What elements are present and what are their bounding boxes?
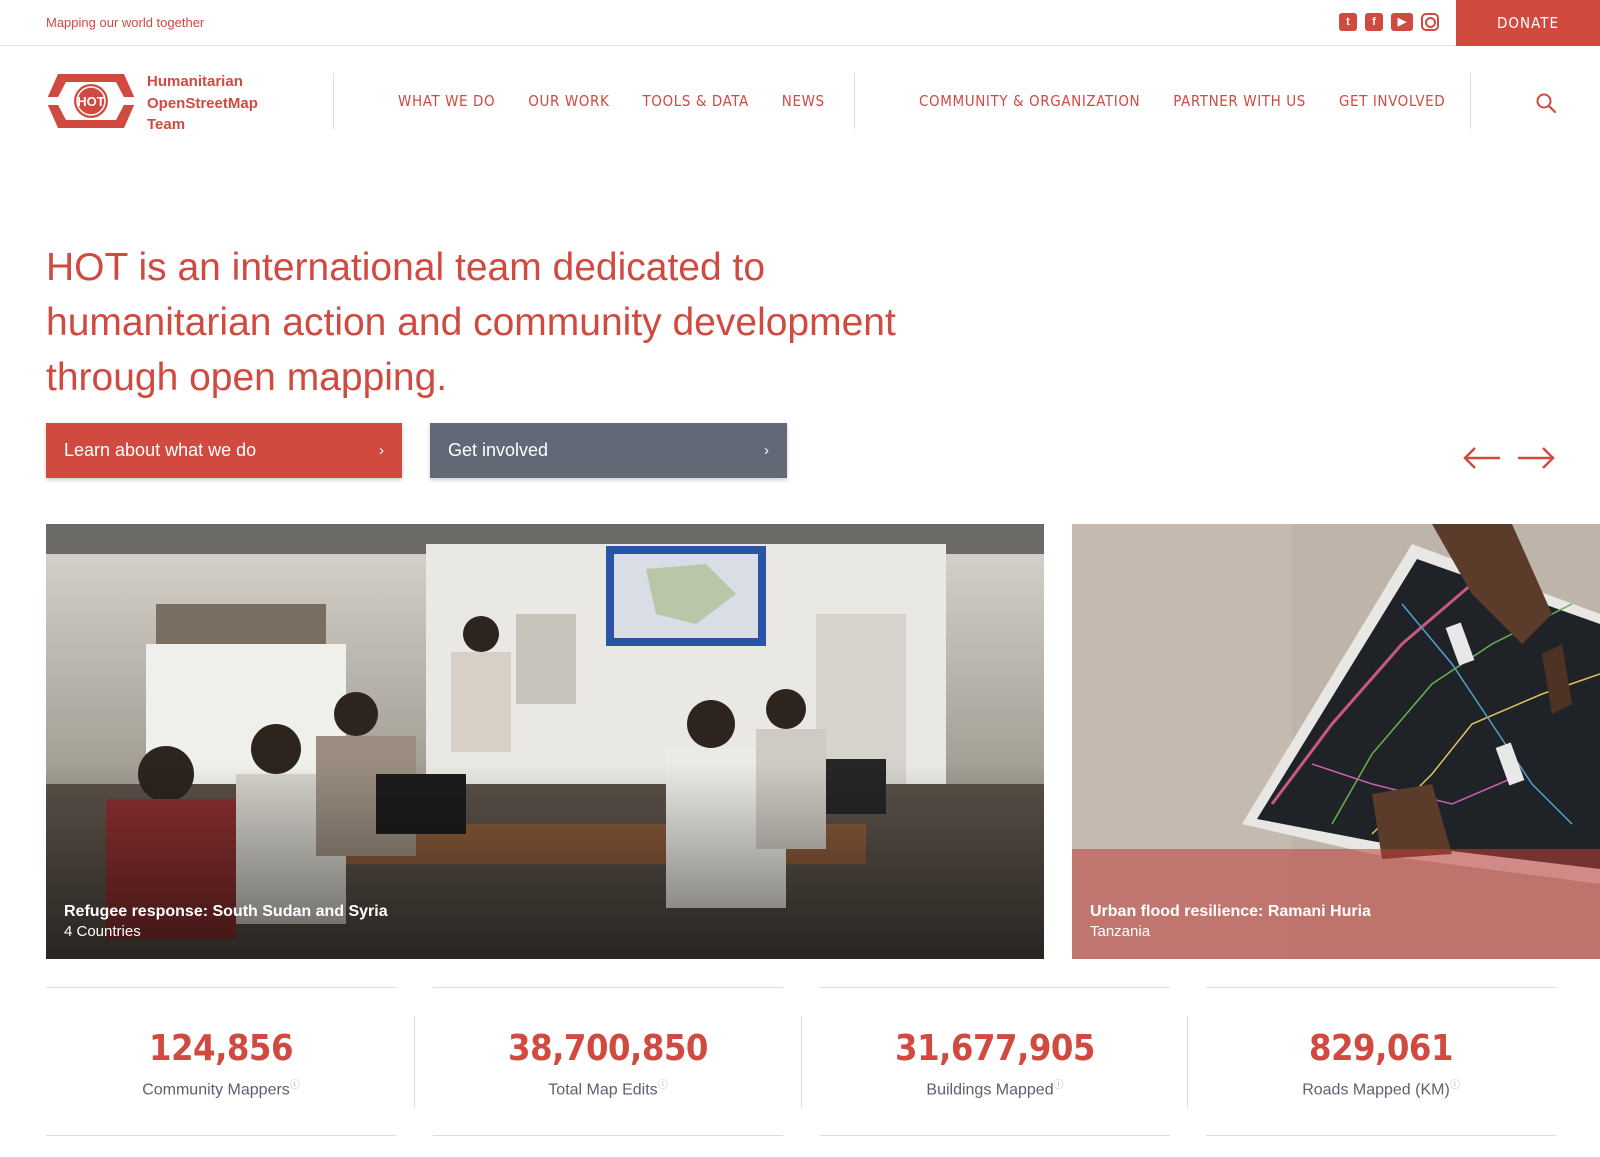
nav-partner-with-us[interactable]: PARTNER WITH US: [1173, 92, 1306, 110]
search-icon[interactable]: [1535, 92, 1557, 114]
stat-buildings-mapped: 31,677,905 Buildings Mappedⓘ: [820, 987, 1170, 1136]
primary-nav: WHAT WE DO OUR WORK TOOLS & DATA NEWS: [398, 92, 825, 110]
secondary-nav: COMMUNITY & ORGANIZATION PARTNER WITH US…: [919, 92, 1445, 110]
card-title: Refugee response: South Sudan and Syria: [64, 903, 388, 920]
learn-about-button[interactable]: Learn about what we do ›: [46, 423, 402, 478]
nav-get-involved[interactable]: GET INVOLVED: [1339, 92, 1445, 110]
stat-total-map-edits: 38,700,850 Total Map Editsⓘ: [433, 987, 783, 1136]
stat-divider: [1187, 1016, 1188, 1108]
classroom-photo: [46, 524, 1044, 959]
nav-our-work[interactable]: OUR WORK: [528, 92, 609, 110]
chevron-right-icon: ›: [764, 442, 769, 459]
org-name[interactable]: Humanitarian OpenStreetMap Team: [147, 71, 258, 136]
nav-tools-data[interactable]: TOOLS & DATA: [642, 92, 748, 110]
nav-community-organization[interactable]: COMMUNITY & ORGANIZATION: [919, 92, 1140, 110]
top-bar: Mapping our world together t f ▶ DONATE: [0, 0, 1600, 46]
stat-divider: [801, 1016, 802, 1108]
twitter-icon[interactable]: t: [1339, 13, 1357, 31]
org-name-line-1: Humanitarian: [147, 73, 243, 90]
get-involved-button[interactable]: Get involved ›: [430, 423, 787, 478]
donate-button[interactable]: DONATE: [1456, 0, 1600, 46]
tagline: Mapping our world together: [46, 15, 205, 30]
hero-headline: HOT is an international team dedicated t…: [46, 246, 896, 399]
arrow-left-icon[interactable]: [1463, 447, 1501, 469]
card-caption: Urban flood resilience: Ramani Huria Tan…: [1090, 901, 1371, 942]
org-name-line-2: OpenStreetMap: [147, 94, 258, 112]
arrow-right-icon[interactable]: [1517, 447, 1555, 469]
card-subtitle: Tanzania: [1090, 923, 1151, 940]
instagram-icon[interactable]: [1421, 13, 1439, 31]
info-icon[interactable]: ⓘ: [1054, 1080, 1064, 1091]
stat-value: 124,856: [148, 1028, 294, 1069]
stat-label: Roads Mapped (KM)ⓘ: [1302, 1080, 1460, 1099]
stat-label: Buildings Mappedⓘ: [926, 1080, 1064, 1099]
logo-text: HOT: [77, 94, 105, 109]
card-subtitle: 4 Countries: [64, 923, 141, 940]
nav-what-we-do[interactable]: WHAT WE DO: [398, 92, 495, 110]
stat-label: Community Mappersⓘ: [142, 1080, 300, 1099]
youtube-icon[interactable]: ▶: [1391, 13, 1413, 31]
hot-logo[interactable]: HOT: [46, 72, 136, 130]
info-icon[interactable]: ⓘ: [658, 1080, 668, 1091]
header-divider: [1470, 73, 1471, 129]
facebook-icon[interactable]: f: [1365, 13, 1383, 31]
project-card-flood[interactable]: Urban flood resilience: Ramani Huria Tan…: [1072, 524, 1600, 959]
info-icon[interactable]: ⓘ: [1450, 1080, 1460, 1091]
card-caption: Refugee response: South Sudan and Syria …: [64, 901, 388, 942]
chevron-right-icon: ›: [379, 442, 384, 459]
stat-value: 31,677,905: [895, 1028, 1095, 1069]
stat-community-mappers: 124,856 Community Mappersⓘ: [46, 987, 396, 1136]
org-name-line-3: Team: [147, 116, 186, 133]
stat-label: Total Map Editsⓘ: [548, 1080, 668, 1099]
social-links: t f ▶: [1339, 13, 1439, 31]
card-title: Urban flood resilience: Ramani Huria: [1090, 903, 1371, 920]
stat-divider: [414, 1016, 415, 1108]
get-involved-label: Get involved: [448, 440, 549, 460]
header-divider: [333, 73, 334, 129]
nav-news[interactable]: NEWS: [782, 92, 825, 110]
header-divider: [854, 73, 855, 129]
project-card-refugee[interactable]: Refugee response: South Sudan and Syria …: [46, 524, 1044, 959]
carousel-arrows: [1463, 447, 1555, 469]
learn-about-label: Learn about what we do: [64, 440, 257, 460]
info-icon[interactable]: ⓘ: [290, 1080, 300, 1091]
stat-value: 829,061: [1308, 1028, 1454, 1069]
stat-roads-mapped: 829,061 Roads Mapped (KM)ⓘ: [1206, 987, 1556, 1136]
stat-value: 38,700,850: [508, 1028, 708, 1069]
